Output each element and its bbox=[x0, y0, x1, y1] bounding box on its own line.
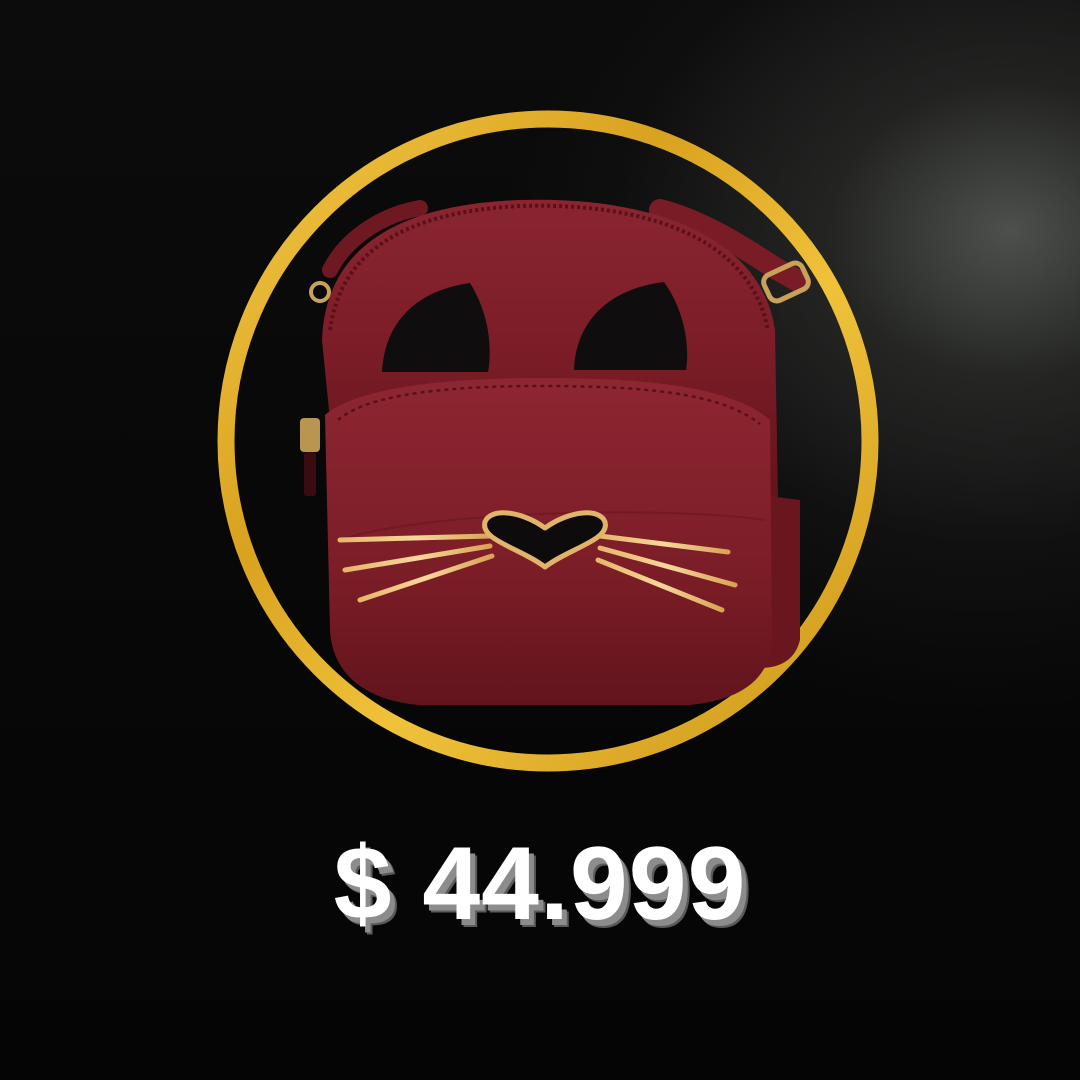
product-illustration bbox=[217, 110, 879, 772]
product-card: $ 44.999 bbox=[0, 0, 1080, 1080]
price-label: $ 44.999 bbox=[333, 826, 747, 942]
cat-bag-icon bbox=[300, 199, 811, 705]
